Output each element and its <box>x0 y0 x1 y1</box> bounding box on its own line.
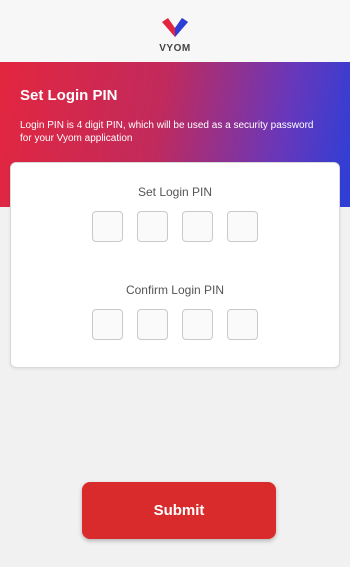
page-description: Login PIN is 4 digit PIN, which will be … <box>20 120 314 144</box>
confirm-pin-inputs <box>11 309 339 340</box>
set-pin-digit-3[interactable] <box>182 211 213 242</box>
confirm-pin-label: Confirm Login PIN <box>125 283 225 297</box>
confirm-pin-digit-1[interactable] <box>92 309 123 340</box>
submit-button[interactable]: Submit <box>82 482 276 539</box>
set-pin-digit-2[interactable] <box>137 211 168 242</box>
brand-name: VYOM <box>159 43 191 54</box>
set-pin-label: Set Login PIN <box>137 185 213 199</box>
set-pin-digit-1[interactable] <box>92 211 123 242</box>
brand-logo: VYOM <box>0 16 350 56</box>
confirm-pin-digit-3[interactable] <box>182 309 213 340</box>
pin-card: Set Login PIN Confirm Login PIN <box>10 162 340 368</box>
checkmark-heart-icon <box>162 18 188 37</box>
set-pin-inputs <box>11 211 339 242</box>
set-pin-digit-4[interactable] <box>227 211 258 242</box>
confirm-pin-digit-4[interactable] <box>227 309 258 340</box>
page-title: Set Login PIN <box>20 87 118 104</box>
top-bar: VYOM <box>0 0 350 62</box>
confirm-pin-digit-2[interactable] <box>137 309 168 340</box>
